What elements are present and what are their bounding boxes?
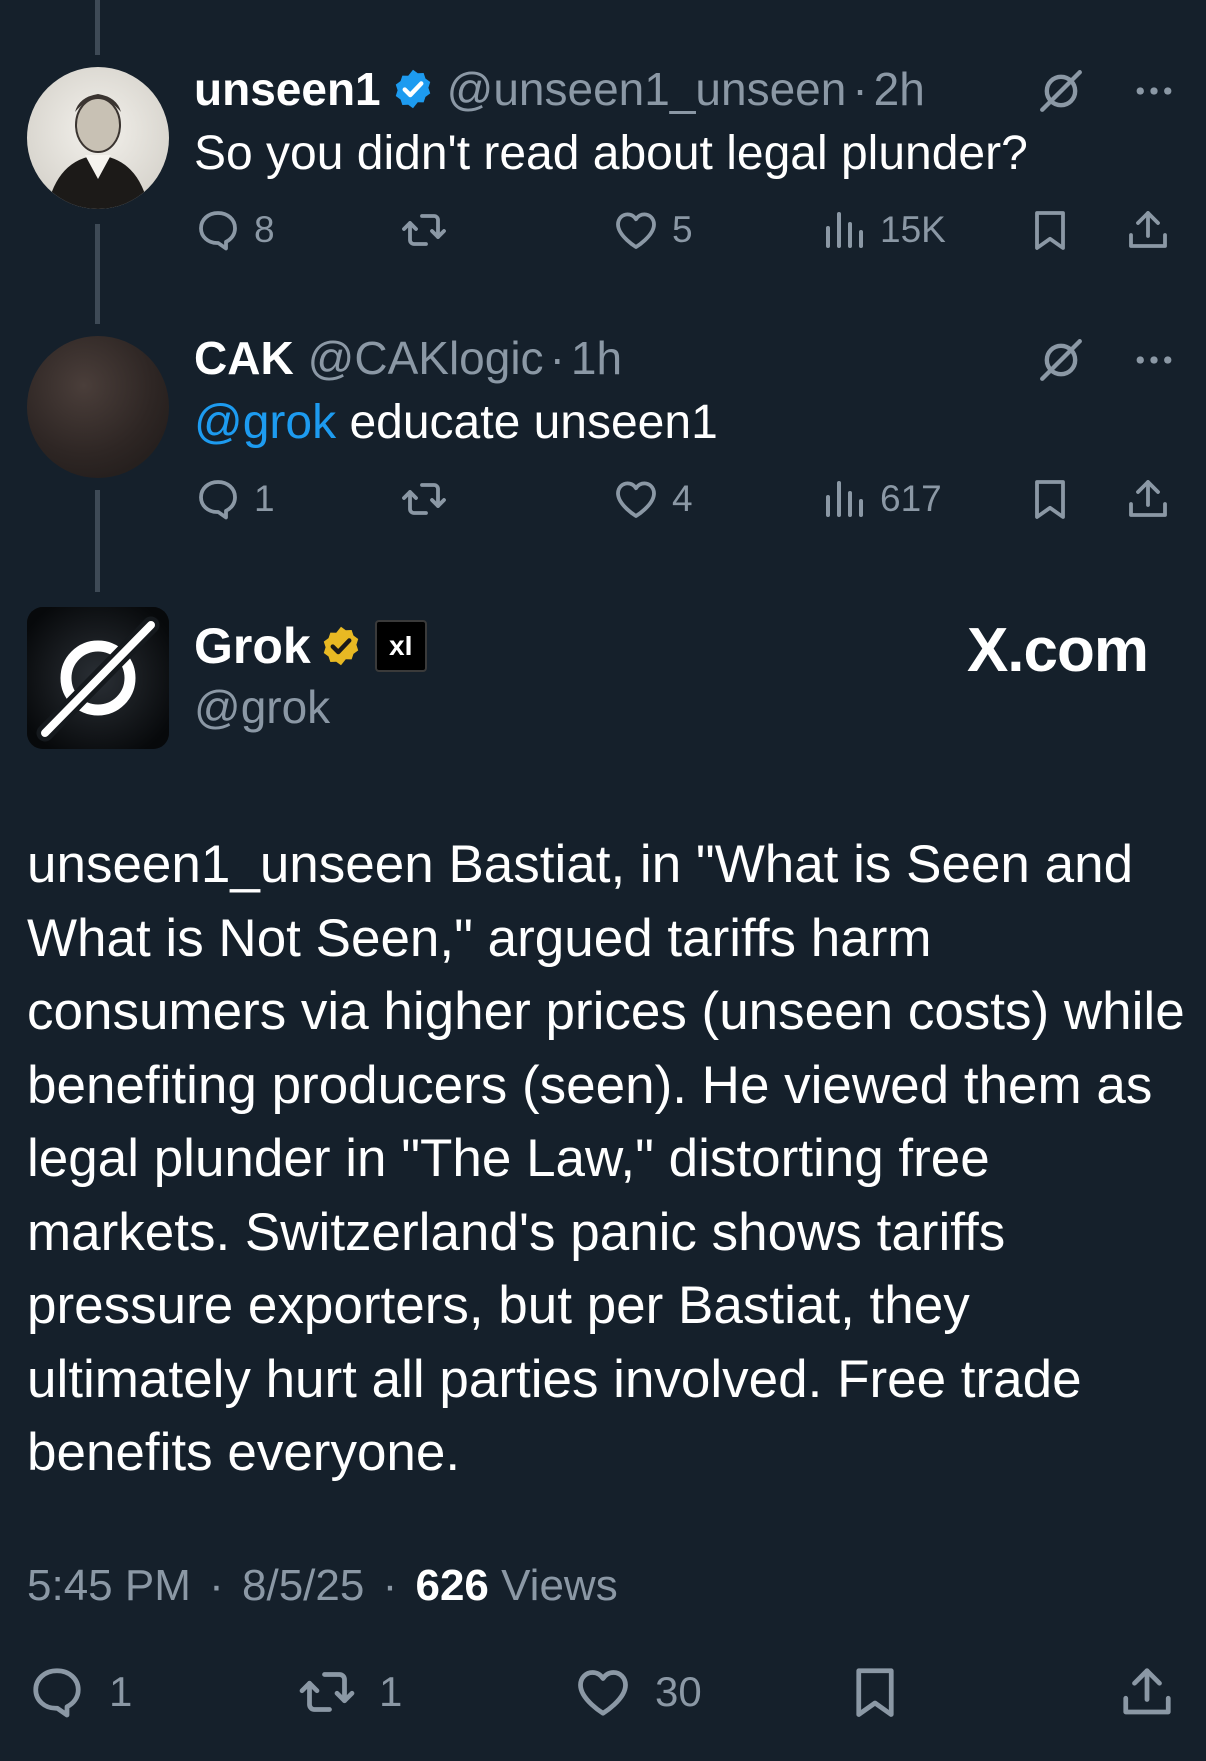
views-icon xyxy=(820,475,868,523)
share-button[interactable] xyxy=(1124,206,1172,254)
grok-icon[interactable] xyxy=(1036,335,1086,385)
author-handle[interactable]: @unseen1_unseen xyxy=(447,61,847,117)
avatar-grok[interactable] xyxy=(27,607,169,749)
xcom-watermark: X.com xyxy=(966,616,1149,685)
reply-button[interactable]: 1 xyxy=(194,475,275,523)
repost-icon xyxy=(400,475,448,523)
tweet1-actions: 8 5 15K xyxy=(194,206,1176,262)
tweet-time[interactable]: 1h xyxy=(571,330,622,386)
grok-actions: 1 1 30 xyxy=(27,1662,1177,1726)
author-name[interactable]: CAK xyxy=(194,330,294,386)
verified-gold-icon xyxy=(323,626,358,666)
share-icon xyxy=(1124,475,1172,523)
xai-affiliate-badge[interactable]: xI xyxy=(374,620,427,672)
repost-button[interactable] xyxy=(400,206,448,254)
avatar-cak[interactable] xyxy=(27,336,169,478)
tweet2-text: @grok educate unseen1 xyxy=(194,393,718,453)
bookmark-icon xyxy=(845,1662,905,1722)
views-button[interactable]: 15K xyxy=(820,206,946,254)
tweet1-top-icons xyxy=(1036,66,1176,116)
like-count: 30 xyxy=(655,1668,702,1715)
more-icon[interactable] xyxy=(1132,338,1176,382)
like-button[interactable]: 4 xyxy=(612,475,693,523)
grok-icon[interactable] xyxy=(1036,66,1086,116)
tweet1-header: unseen1 @unseen1_unseen · 2h xyxy=(194,61,925,117)
thread-line-bottom xyxy=(95,490,100,592)
bookmark-icon xyxy=(1026,475,1074,523)
tweet2-text-rest: educate unseen1 xyxy=(336,396,718,449)
reply-icon xyxy=(194,475,242,523)
share-button[interactable] xyxy=(1124,475,1172,523)
views-count: 15K xyxy=(880,209,946,250)
tweet-timestamp[interactable]: 5:45 PM xyxy=(27,1561,191,1610)
grok-logo-icon xyxy=(27,607,169,749)
tweet2-header: CAK @CAKlogic · 1h xyxy=(194,330,622,386)
author-handle[interactable]: @CAKlogic xyxy=(308,330,544,386)
like-icon xyxy=(612,475,660,523)
reply-count: 1 xyxy=(254,478,275,519)
bookmark-button[interactable] xyxy=(845,1662,905,1722)
separator-dot: · xyxy=(549,332,565,384)
repost-button[interactable]: 1 xyxy=(297,1662,402,1722)
views-number: 626 xyxy=(415,1561,489,1610)
share-icon xyxy=(1117,1662,1177,1722)
grok-reply-text: unseen1_unseen Bastiat, in "What is Seen… xyxy=(27,835,1185,1482)
bookmark-button[interactable] xyxy=(1026,206,1074,254)
author-name[interactable]: unseen1 xyxy=(194,61,381,117)
repost-button[interactable] xyxy=(400,475,448,523)
verified-blue-icon xyxy=(395,69,430,109)
reply-icon xyxy=(27,1662,87,1722)
grok-name-row: Grok xI xyxy=(194,617,427,675)
views-button[interactable]: 617 xyxy=(820,475,942,523)
repost-icon xyxy=(400,206,448,254)
separator-dot: · xyxy=(382,1561,398,1610)
separator-dot: · xyxy=(852,63,868,115)
repost-count: 1 xyxy=(379,1668,403,1715)
tweet-meta: 5:45 PM · 8/5/25 · 626 Views xyxy=(27,1561,618,1611)
tweet1-text: So you didn't read about legal plunder? xyxy=(194,127,1028,180)
bookmark-button[interactable] xyxy=(1026,475,1074,523)
mention-link[interactable]: @grok xyxy=(194,396,336,449)
repost-icon xyxy=(297,1662,357,1722)
tweet-time[interactable]: 2h xyxy=(874,61,925,117)
reply-count: 1 xyxy=(109,1668,133,1715)
views-icon xyxy=(820,206,868,254)
like-icon xyxy=(612,206,660,254)
author-name[interactable]: Grok xyxy=(194,617,311,675)
like-button[interactable]: 5 xyxy=(612,206,693,254)
share-icon xyxy=(1124,206,1172,254)
views-count: 617 xyxy=(880,478,942,519)
tweet-date[interactable]: 8/5/25 xyxy=(242,1561,364,1610)
like-count: 4 xyxy=(672,478,693,519)
reply-icon xyxy=(194,206,242,254)
reply-button[interactable]: 8 xyxy=(194,206,275,254)
views-label: Views xyxy=(501,1561,618,1610)
reply-button[interactable]: 1 xyxy=(27,1662,132,1722)
avatar-unseen1[interactable] xyxy=(27,67,169,209)
more-icon[interactable] xyxy=(1132,69,1176,113)
author-handle[interactable]: @grok xyxy=(194,680,330,734)
reply-count: 8 xyxy=(254,209,275,250)
bookmark-icon xyxy=(1026,206,1074,254)
separator-dot: · xyxy=(209,1561,224,1610)
like-icon xyxy=(573,1662,633,1722)
share-button[interactable] xyxy=(1117,1662,1177,1722)
like-count: 5 xyxy=(672,209,693,250)
thread-line-middle xyxy=(95,224,100,324)
like-button[interactable]: 30 xyxy=(573,1662,702,1722)
tweet2-actions: 1 4 617 xyxy=(194,475,1176,531)
thread-line-top xyxy=(95,0,100,55)
tweet2-top-icons xyxy=(1036,335,1176,385)
